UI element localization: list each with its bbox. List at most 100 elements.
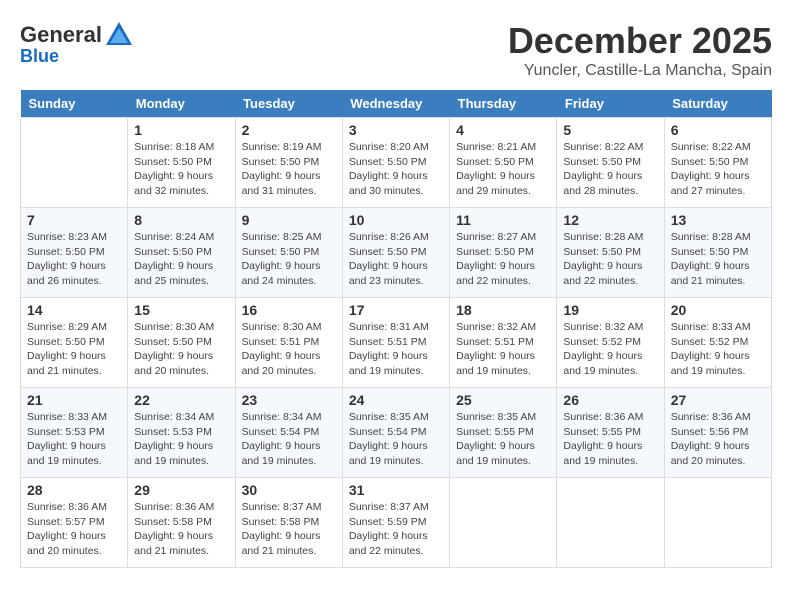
calendar-cell: 2Sunrise: 8:19 AM Sunset: 5:50 PM Daylig… <box>235 118 342 208</box>
weekday-header-tuesday: Tuesday <box>235 90 342 118</box>
day-number: 7 <box>27 212 121 228</box>
day-number: 21 <box>27 392 121 408</box>
calendar-cell <box>450 478 557 568</box>
calendar-cell: 22 Sunrise: 8:34 AM Sunset: 5:53 PM Dayli… <box>128 388 235 478</box>
day-number: 30 <box>242 482 336 498</box>
day-number: 23 <box>242 392 336 408</box>
calendar-cell: 20 Sunrise: 8:33 AM Sunset: 5:52 PM Dayli… <box>664 298 771 388</box>
day-info: Sunrise: 8:36 AM Sunset: 5:55 PM Dayligh… <box>563 410 657 469</box>
calendar-cell: 4Sunrise: 8:21 AM Sunset: 5:50 PM Daylig… <box>450 118 557 208</box>
day-number: 29 <box>134 482 228 498</box>
calendar-cell: 10 Sunrise: 8:26 AM Sunset: 5:50 PM Dayli… <box>342 208 449 298</box>
calendar-cell: 9 Sunrise: 8:25 AM Sunset: 5:50 PM Daylig… <box>235 208 342 298</box>
day-number: 24 <box>349 392 443 408</box>
calendar-cell: 19Sunrise: 8:32 AM Sunset: 5:52 PM Dayli… <box>557 298 664 388</box>
day-number: 27 <box>671 392 765 408</box>
day-info: Sunrise: 8:26 AM Sunset: 5:50 PM Dayligh… <box>349 230 443 289</box>
day-number: 20 <box>671 302 765 318</box>
calendar-cell: 12 Sunrise: 8:28 AM Sunset: 5:50 PM Dayli… <box>557 208 664 298</box>
day-info: Sunrise: 8:19 AM Sunset: 5:50 PM Dayligh… <box>242 140 336 199</box>
calendar-cell: 30 Sunrise: 8:37 AM Sunset: 5:58 PM Dayli… <box>235 478 342 568</box>
week-row-1: 1 Sunrise: 8:18 AM Sunset: 5:50 PM Daylig… <box>21 118 772 208</box>
day-number: 22 <box>134 392 228 408</box>
day-info: Sunrise: 8:36 AM Sunset: 5:56 PM Dayligh… <box>671 410 765 469</box>
day-number: 17 <box>349 302 443 318</box>
logo: General Blue <box>20 20 134 67</box>
header: General Blue December 2025 Yuncler, Cast… <box>20 20 772 80</box>
calendar-cell: 31 Sunrise: 8:37 AM Sunset: 5:59 PM Dayli… <box>342 478 449 568</box>
day-info: Sunrise: 8:35 AM Sunset: 5:55 PM Dayligh… <box>456 410 550 469</box>
day-info: Sunrise: 8:36 AM Sunset: 5:58 PM Dayligh… <box>134 500 228 559</box>
calendar-cell <box>557 478 664 568</box>
calendar-cell: 16Sunrise: 8:30 AM Sunset: 5:51 PM Dayli… <box>235 298 342 388</box>
day-number: 28 <box>27 482 121 498</box>
calendar-cell: 17 Sunrise: 8:31 AM Sunset: 5:51 PM Dayli… <box>342 298 449 388</box>
calendar-cell: 25Sunrise: 8:35 AM Sunset: 5:55 PM Dayli… <box>450 388 557 478</box>
day-info: Sunrise: 8:32 AM Sunset: 5:51 PM Dayligh… <box>456 320 550 379</box>
day-number: 10 <box>349 212 443 228</box>
weekday-header-monday: Monday <box>128 90 235 118</box>
calendar-cell: 5 Sunrise: 8:22 AM Sunset: 5:50 PM Daylig… <box>557 118 664 208</box>
day-number: 18 <box>456 302 550 318</box>
day-number: 1 <box>134 122 228 138</box>
calendar-cell: 23 Sunrise: 8:34 AM Sunset: 5:54 PM Dayli… <box>235 388 342 478</box>
calendar-cell: 29 Sunrise: 8:36 AM Sunset: 5:58 PM Dayli… <box>128 478 235 568</box>
day-info: Sunrise: 8:29 AM Sunset: 5:50 PM Dayligh… <box>27 320 121 379</box>
day-info: Sunrise: 8:35 AM Sunset: 5:54 PM Dayligh… <box>349 410 443 469</box>
day-info: Sunrise: 8:18 AM Sunset: 5:50 PM Dayligh… <box>134 140 228 199</box>
calendar-cell: 27 Sunrise: 8:36 AM Sunset: 5:56 PM Dayli… <box>664 388 771 478</box>
day-number: 9 <box>242 212 336 228</box>
day-number: 19 <box>563 302 657 318</box>
day-number: 13 <box>671 212 765 228</box>
week-row-3: 14 Sunrise: 8:29 AM Sunset: 5:50 PM Dayli… <box>21 298 772 388</box>
calendar-cell: 24 Sunrise: 8:35 AM Sunset: 5:54 PM Dayli… <box>342 388 449 478</box>
day-number: 12 <box>563 212 657 228</box>
weekday-header-row: SundayMondayTuesdayWednesdayThursdayFrid… <box>21 90 772 118</box>
day-info: Sunrise: 8:31 AM Sunset: 5:51 PM Dayligh… <box>349 320 443 379</box>
day-number: 14 <box>27 302 121 318</box>
calendar-cell: 28 Sunrise: 8:36 AM Sunset: 5:57 PM Dayli… <box>21 478 128 568</box>
calendar-cell: 1 Sunrise: 8:18 AM Sunset: 5:50 PM Daylig… <box>128 118 235 208</box>
day-info: Sunrise: 8:37 AM Sunset: 5:59 PM Dayligh… <box>349 500 443 559</box>
day-info: Sunrise: 8:25 AM Sunset: 5:50 PM Dayligh… <box>242 230 336 289</box>
calendar-cell: 18 Sunrise: 8:32 AM Sunset: 5:51 PM Dayli… <box>450 298 557 388</box>
day-info: Sunrise: 8:20 AM Sunset: 5:50 PM Dayligh… <box>349 140 443 199</box>
day-info: Sunrise: 8:34 AM Sunset: 5:53 PM Dayligh… <box>134 410 228 469</box>
day-number: 15 <box>134 302 228 318</box>
day-info: Sunrise: 8:22 AM Sunset: 5:50 PM Dayligh… <box>563 140 657 199</box>
week-row-5: 28 Sunrise: 8:36 AM Sunset: 5:57 PM Dayli… <box>21 478 772 568</box>
day-number: 26 <box>563 392 657 408</box>
weekday-header-friday: Friday <box>557 90 664 118</box>
calendar-cell: 11 Sunrise: 8:27 AM Sunset: 5:50 PM Dayli… <box>450 208 557 298</box>
day-info: Sunrise: 8:22 AM Sunset: 5:50 PM Dayligh… <box>671 140 765 199</box>
day-info: Sunrise: 8:34 AM Sunset: 5:54 PM Dayligh… <box>242 410 336 469</box>
calendar-cell <box>664 478 771 568</box>
day-info: Sunrise: 8:36 AM Sunset: 5:57 PM Dayligh… <box>27 500 121 559</box>
day-number: 5 <box>563 122 657 138</box>
logo-general: General <box>20 22 102 48</box>
calendar: SundayMondayTuesdayWednesdayThursdayFrid… <box>20 90 772 568</box>
week-row-4: 21Sunrise: 8:33 AM Sunset: 5:53 PM Dayli… <box>21 388 772 478</box>
calendar-cell: 21Sunrise: 8:33 AM Sunset: 5:53 PM Dayli… <box>21 388 128 478</box>
day-info: Sunrise: 8:30 AM Sunset: 5:50 PM Dayligh… <box>134 320 228 379</box>
weekday-header-saturday: Saturday <box>664 90 771 118</box>
day-number: 6 <box>671 122 765 138</box>
day-info: Sunrise: 8:24 AM Sunset: 5:50 PM Dayligh… <box>134 230 228 289</box>
day-number: 31 <box>349 482 443 498</box>
calendar-cell: 6 Sunrise: 8:22 AM Sunset: 5:50 PM Daylig… <box>664 118 771 208</box>
day-number: 8 <box>134 212 228 228</box>
location-title: Yuncler, Castille-La Mancha, Spain <box>508 62 772 80</box>
day-number: 11 <box>456 212 550 228</box>
day-info: Sunrise: 8:27 AM Sunset: 5:50 PM Dayligh… <box>456 230 550 289</box>
day-info: Sunrise: 8:23 AM Sunset: 5:50 PM Dayligh… <box>27 230 121 289</box>
day-number: 4 <box>456 122 550 138</box>
week-row-2: 7 Sunrise: 8:23 AM Sunset: 5:50 PM Daylig… <box>21 208 772 298</box>
day-info: Sunrise: 8:37 AM Sunset: 5:58 PM Dayligh… <box>242 500 336 559</box>
weekday-header-wednesday: Wednesday <box>342 90 449 118</box>
day-info: Sunrise: 8:28 AM Sunset: 5:50 PM Dayligh… <box>563 230 657 289</box>
calendar-cell: 8 Sunrise: 8:24 AM Sunset: 5:50 PM Daylig… <box>128 208 235 298</box>
day-info: Sunrise: 8:33 AM Sunset: 5:52 PM Dayligh… <box>671 320 765 379</box>
month-title: December 2025 <box>508 20 772 62</box>
calendar-cell: 7 Sunrise: 8:23 AM Sunset: 5:50 PM Daylig… <box>21 208 128 298</box>
calendar-cell: 3Sunrise: 8:20 AM Sunset: 5:50 PM Daylig… <box>342 118 449 208</box>
